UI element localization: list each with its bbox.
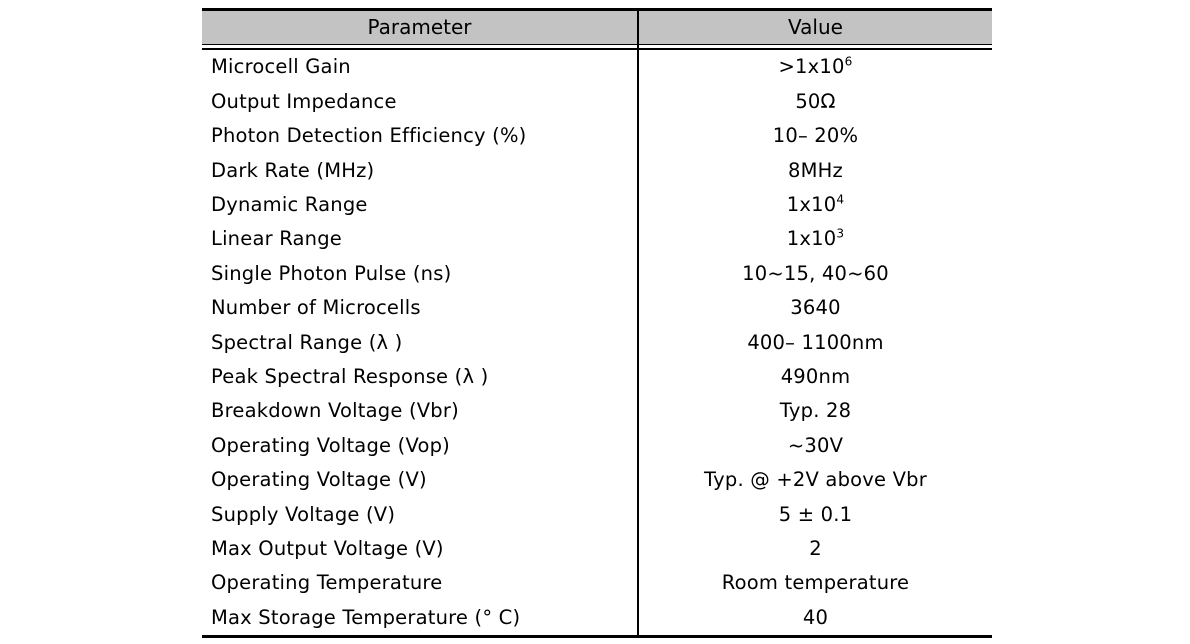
value-text: 400– 1100nm — [747, 330, 884, 354]
value-text: 1x10 — [786, 193, 837, 216]
value-cell: 10~15, 40~60 — [638, 256, 992, 290]
table-row: Photon Detection Efficiency (%) 10– 20% — [202, 118, 992, 154]
value-cell: 8MHz — [638, 153, 992, 187]
table-row: Breakdown Voltage (Vbr) Typ. 28 — [202, 393, 992, 429]
value-text: 2 — [809, 536, 822, 560]
value-exponent: 3 — [836, 226, 845, 241]
table-row: Number of Microcells 3640 — [202, 290, 992, 326]
value-text: Typ. 28 — [779, 399, 852, 423]
parameter-cell: Peak Spectral Response (λ ) — [202, 359, 639, 394]
value-cell: 10– 20% — [638, 119, 992, 153]
table-body: Microcell Gain >1x106 Output Impedance 50Ω P… — [202, 44, 992, 638]
table-row: Single Photon Pulse (ns) 10~15, 40~60 — [202, 256, 992, 291]
value-cell: ~30V — [638, 428, 992, 462]
table-row: Max Output Voltage (V) 2 — [202, 531, 992, 566]
table-row: Max Storage Temperature (° C) 40 — [202, 600, 992, 638]
value-text: >1x10 — [778, 55, 845, 79]
table-row: Spectral Range (λ ) 400– 1100nm — [202, 325, 992, 360]
value-cell: >1x106 — [638, 49, 992, 84]
value-cell: 50Ω — [638, 84, 992, 118]
value-cell: 1x104 — [638, 188, 992, 222]
parameter-cell: Number of Microcells — [202, 290, 639, 326]
table-header: Parameter Value — [202, 8, 992, 45]
value-text: 8MHz — [788, 158, 843, 182]
parameter-cell: Output Impedance — [202, 84, 639, 119]
parameter-cell: Spectral Range (λ ) — [202, 325, 639, 360]
table-row: Dark Rate (MHz) 8MHz — [202, 153, 992, 188]
parameter-cell: Operating Temperature — [202, 565, 639, 601]
parameter-cell: Max Output Voltage (V) — [202, 531, 639, 566]
parameter-cell: Microcell Gain — [202, 49, 639, 85]
value-text: 10~15, 40~60 — [742, 261, 889, 285]
value-cell: Room temperature — [638, 566, 992, 600]
value-text: Room temperature — [721, 571, 910, 595]
parameter-cell: Photon Detection Efficiency (%) — [202, 118, 639, 154]
parameter-cell: Dynamic Range — [202, 187, 639, 222]
spec-table-container: Parameter Value Microcell Gain >1x106 Outp… — [202, 8, 992, 638]
table-row: Linear Range 1x103 — [202, 221, 992, 257]
value-text: 5 ± 0.1 — [778, 502, 853, 526]
value-cell: 1x103 — [638, 222, 992, 256]
value-text: 10– 20% — [772, 124, 859, 148]
value-cell: Typ. @ +2V above Vbr — [638, 463, 992, 497]
table-header-row: Parameter Value — [202, 8, 992, 45]
table-row: Dynamic Range 1x104 — [202, 187, 992, 222]
table-row: Operating Voltage (V) Typ. @ +2V above Vb… — [202, 462, 992, 498]
value-text: 50Ω — [795, 89, 836, 113]
column-header-parameter: Parameter — [202, 8, 639, 45]
value-cell: 2 — [638, 531, 992, 565]
parameter-cell: Operating Voltage (V) — [202, 462, 639, 498]
value-text: 40 — [802, 605, 829, 629]
table-row: Supply Voltage (V) 5 ± 0.1 — [202, 497, 992, 532]
parameter-cell: Max Storage Temperature (° C) — [202, 600, 639, 638]
value-cell: 3640 — [638, 291, 992, 325]
value-text: 490nm — [780, 364, 851, 388]
value-text: Typ. @ +2V above Vbr — [704, 468, 927, 492]
value-exponent: 4 — [836, 192, 845, 207]
parameter-cell: Dark Rate (MHz) — [202, 153, 639, 188]
parameter-cell: Breakdown Voltage (Vbr) — [202, 393, 639, 429]
value-text: 1x10 — [786, 227, 837, 251]
value-text: 3640 — [790, 296, 841, 320]
table-row: Operating Voltage (Vop) ~30V — [202, 428, 992, 463]
table-row: Operating Temperature Room temperature — [202, 565, 992, 601]
table-row: Peak Spectral Response (λ ) 490nm — [202, 359, 992, 394]
table-row: Output Impedance 50Ω — [202, 84, 992, 119]
value-exponent: 6 — [844, 54, 853, 69]
table-row: Microcell Gain >1x106 — [202, 49, 992, 85]
value-cell: 40 — [638, 600, 992, 638]
value-text: ~30V — [787, 433, 844, 457]
value-cell: Typ. 28 — [638, 394, 992, 428]
parameter-cell: Single Photon Pulse (ns) — [202, 256, 639, 291]
value-cell: 490nm — [638, 360, 992, 394]
value-cell: 400– 1100nm — [638, 325, 992, 359]
column-header-value: Value — [638, 8, 992, 45]
parameter-cell: Supply Voltage (V) — [202, 497, 639, 532]
parameter-cell: Linear Range — [202, 221, 639, 257]
value-cell: 5 ± 0.1 — [638, 497, 992, 531]
parameter-cell: Operating Voltage (Vop) — [202, 428, 639, 463]
specification-table: Parameter Value Microcell Gain >1x106 Outp… — [202, 8, 992, 638]
